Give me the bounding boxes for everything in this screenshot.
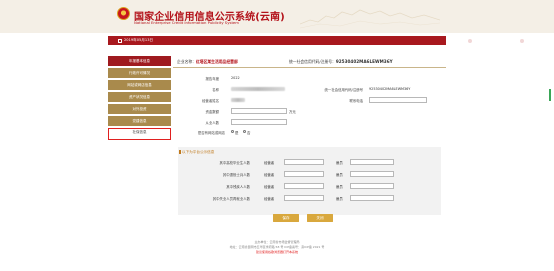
credit-code-label: 统一社会信用代码/注册号: [324, 88, 363, 92]
save-button[interactable]: 保存: [273, 214, 299, 222]
disabled-operator-field[interactable]: [284, 183, 324, 189]
credit-code-value: 92530402MA6LEWM36Y: [369, 87, 411, 91]
reemployed-employee-field[interactable]: [350, 195, 394, 201]
report-year-value: 2022: [231, 76, 240, 80]
sidebar-item-asset-status[interactable]: 资产状况信息: [108, 92, 171, 102]
has-website-label: 是否有网站或网店: [197, 131, 225, 135]
row-disabled-label: 其中残疾人人数: [226, 185, 250, 189]
entity-name-label: 企业名称：: [177, 59, 196, 64]
radio-yes-label: 是: [235, 131, 239, 135]
operator-value-redacted: [231, 98, 245, 102]
reemployed-operator-field[interactable]: [284, 195, 324, 201]
sidebar-item-party-building[interactable]: 党建信息: [108, 116, 171, 126]
row-graduates-label: 其中高校毕业生人数: [219, 161, 250, 165]
section-marker: [179, 150, 181, 154]
row-reemployed-operator-label: 经营者: [264, 197, 275, 201]
employees-label: 从业人数: [205, 121, 219, 125]
employees-field[interactable]: [231, 119, 287, 125]
scrollbar-indicator[interactable]: [549, 89, 551, 101]
close-button[interactable]: 关闭: [307, 214, 333, 222]
logout-link[interactable]: 退出登录: [526, 38, 540, 43]
row-veterans-operator-label: 经营者: [264, 173, 275, 177]
calendar-icon: [118, 38, 122, 43]
section-title: 以下为平台公示信息: [182, 150, 215, 154]
graduates-operator-field[interactable]: [284, 159, 324, 165]
row-graduates-operator-label: 经营者: [264, 161, 275, 165]
phone-label: 联系电话: [349, 99, 363, 103]
funds-field[interactable]: [231, 108, 287, 114]
page-footer: 主办单位：云南省市场监督管理局 地址：云南省昆明市五华区学府路 58 号 ICP…: [0, 240, 554, 255]
radio-yes[interactable]: [231, 130, 234, 133]
site-header: 国家企业信用信息公示系统(云南) National Enterprise Cre…: [0, 0, 554, 33]
veterans-employee-field[interactable]: [350, 171, 394, 177]
current-date: 2019年05月13日: [124, 38, 154, 43]
phone-field[interactable]: [369, 97, 427, 103]
funds-unit: 万元: [289, 110, 296, 114]
report-year-label: 报告年度: [205, 77, 219, 81]
entity-code: 统一社会信用代码/注册号：92530402MA6LEWM36Y: [289, 59, 393, 65]
top-navigation-bar: 2019年05月13日 年度报告填报指南 退出登录: [108, 36, 540, 45]
row-veterans-employee-label: 雇员: [336, 173, 343, 177]
name-label: 名称: [212, 88, 219, 92]
site-subtitle: National Enterprise Credit Information P…: [134, 20, 239, 25]
row-graduates-employee-label: 雇员: [336, 161, 343, 165]
guide-icon: [468, 38, 472, 43]
entity-code-label: 统一社会信用代码/注册号：: [289, 59, 336, 64]
footer-browser-note: 建议使用谷歌浏览器打开本系统: [255, 250, 298, 254]
sidebar-item-external-investment[interactable]: 对外投资: [108, 104, 171, 114]
great-wall-decoration-icon: [300, 9, 440, 29]
row-reemployed-employee-label: 雇员: [336, 197, 343, 201]
veterans-operator-field[interactable]: [284, 171, 324, 177]
employment-section: 以下为平台公示信息 其中高校毕业生人数 经营者 雇员 其中退役士兵人数 经营者 …: [178, 147, 441, 215]
entity-name-value: 红塔区某生活用品经营部: [195, 59, 238, 64]
national-emblem-icon: [117, 7, 130, 20]
row-veterans-label: 其中退役士兵人数: [222, 173, 250, 177]
sidebar-menu: 年报基本信息 行政许可情况 网站或网店信息 资产状况信息 对外投资 党建信息 社…: [108, 56, 171, 142]
sidebar-item-social-security[interactable]: 社保信息: [108, 128, 171, 140]
entity-name: 企业名称：红塔区某生活用品经营部: [177, 59, 238, 65]
graduates-employee-field[interactable]: [350, 159, 394, 165]
entity-code-value: 92530402MA6LEWM36Y: [335, 59, 393, 64]
sidebar-item-admin-license[interactable]: 行政许可情况: [108, 68, 171, 78]
divider: [173, 67, 446, 68]
operator-label: 经营者姓名: [202, 99, 219, 103]
radio-no-label: 否: [247, 131, 251, 135]
logout-icon: [520, 38, 524, 43]
row-disabled-employee-label: 雇员: [336, 185, 343, 189]
radio-no[interactable]: [243, 130, 246, 133]
filing-guide-link[interactable]: 年度报告填报指南: [474, 38, 503, 43]
disabled-employee-field[interactable]: [350, 183, 394, 189]
sidebar-item-website-shop[interactable]: 网站或网店信息: [108, 80, 171, 90]
row-reemployed-label: 其中失业人员再就业人数: [212, 197, 250, 201]
funds-label: 资金数额: [205, 110, 219, 114]
sidebar-item-annual-report-basic[interactable]: 年报基本信息: [108, 56, 171, 66]
name-value-redacted: [231, 87, 285, 91]
row-disabled-operator-label: 经营者: [264, 185, 275, 189]
